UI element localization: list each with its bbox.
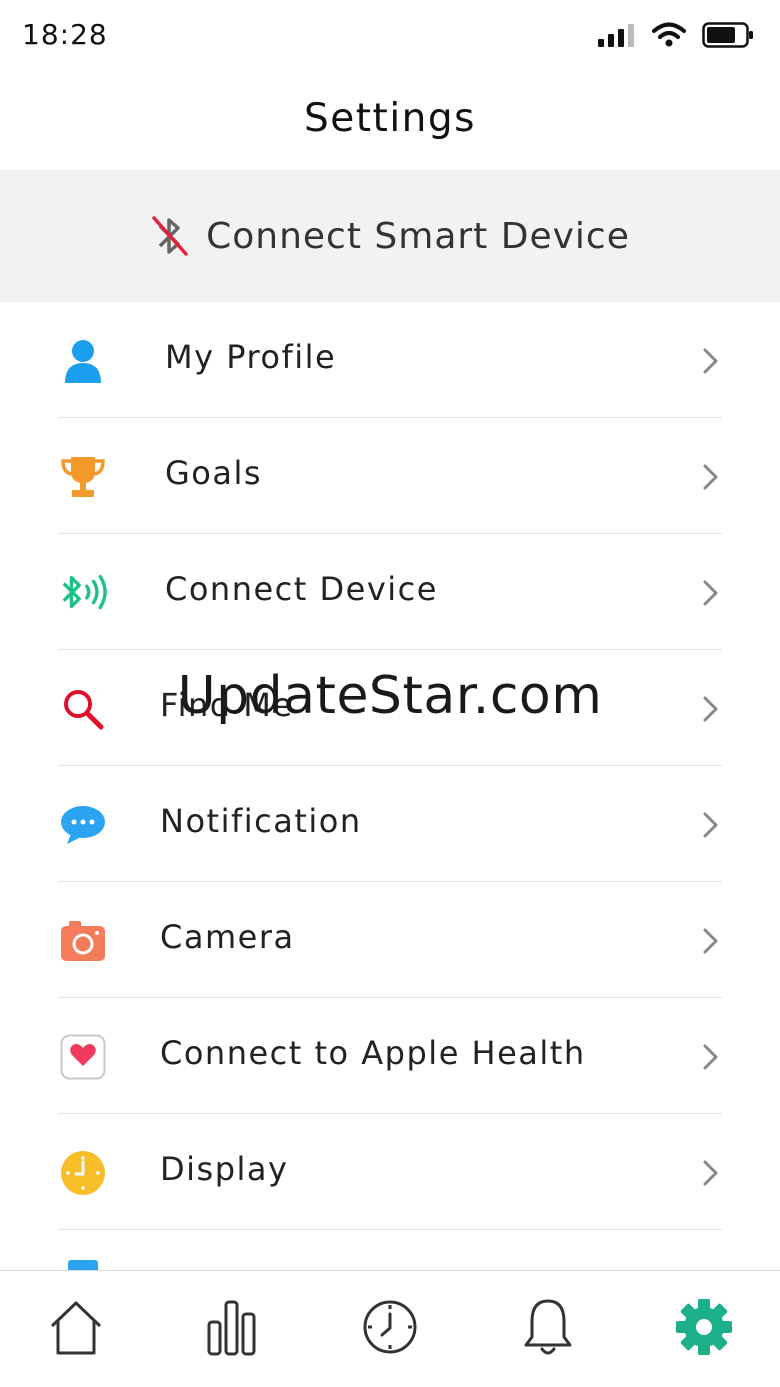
settings-item-label: Notification (160, 802, 362, 840)
settings-item-label: Goals (165, 454, 263, 492)
settings-item-my-profile[interactable]: My Profile (0, 302, 780, 418)
trophy-icon (58, 454, 108, 500)
person-icon (58, 338, 108, 384)
tab-clock[interactable] (360, 1295, 420, 1359)
chevron-right-icon (703, 928, 718, 954)
bar-chart-icon (207, 1300, 256, 1356)
page-title: Settings (304, 96, 476, 141)
chevron-right-icon (703, 1160, 718, 1186)
battery-icon (702, 22, 753, 48)
status-bar: 18:28 (0, 0, 780, 72)
clock-icon (363, 1300, 417, 1354)
search-icon (58, 686, 108, 732)
status-time: 18:28 (22, 18, 108, 51)
settings-item-notification[interactable]: Notification (0, 766, 780, 882)
chat-bubble-icon (58, 802, 108, 848)
gear-icon (676, 1299, 732, 1355)
settings-item-find-me[interactable]: Find Me (0, 650, 780, 766)
bluetooth-signal-icon (58, 570, 108, 616)
status-icons (598, 22, 754, 48)
tab-settings[interactable] (674, 1295, 734, 1359)
chevron-right-icon (703, 812, 718, 838)
settings-item-apple-health[interactable]: Connect to Apple Health (0, 998, 780, 1114)
tab-home[interactable] (46, 1295, 106, 1359)
settings-list: My Profile Goals Connect Device Find Me … (0, 302, 780, 1270)
bell-icon (524, 1299, 572, 1355)
tab-statistics[interactable] (202, 1295, 262, 1359)
settings-item-goals[interactable]: Goals (0, 418, 780, 534)
chevron-right-icon (703, 464, 718, 490)
settings-item-connect-device[interactable]: Connect Device (0, 534, 780, 650)
chevron-right-icon (703, 1044, 718, 1070)
settings-item-camera[interactable]: Camera (0, 882, 780, 998)
settings-item-display[interactable]: Display (0, 1114, 780, 1230)
divider (58, 1229, 722, 1230)
clock-icon (58, 1150, 108, 1196)
chevron-right-icon (703, 696, 718, 722)
health-heart-icon (58, 1034, 108, 1080)
settings-item-label: Connect to Apple Health (160, 1034, 586, 1072)
settings-item-label: Find Me (160, 686, 294, 724)
home-icon (50, 1301, 102, 1355)
settings-item-label: Connect Device (165, 570, 438, 608)
settings-item-label: My Profile (165, 338, 337, 376)
wifi-icon (652, 22, 686, 47)
settings-item-label: Camera (160, 918, 295, 956)
camera-icon (58, 918, 108, 964)
bluetooth-disabled-icon (152, 216, 188, 256)
chevron-right-icon (703, 348, 718, 374)
connect-smart-device-label: Connect Smart Device (206, 215, 630, 257)
chevron-right-icon (703, 580, 718, 606)
tab-alerts[interactable] (518, 1295, 578, 1359)
tab-bar (0, 1270, 780, 1387)
cellular-signal-icon (598, 24, 634, 47)
partial-list-item-icon (68, 1260, 98, 1270)
settings-item-label: Display (160, 1150, 289, 1188)
connect-smart-device-button[interactable]: Connect Smart Device (0, 170, 780, 302)
